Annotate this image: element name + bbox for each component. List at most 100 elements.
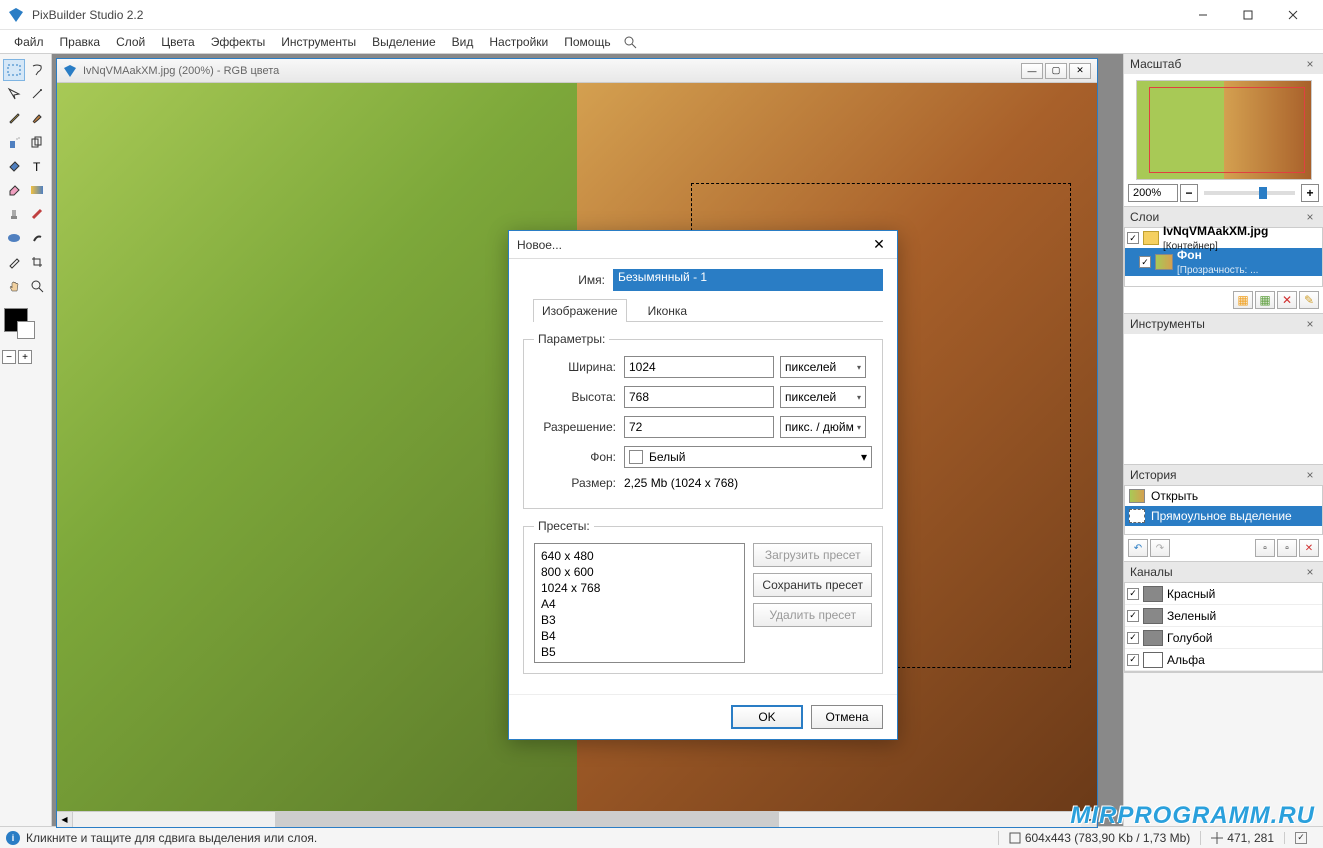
cancel-button[interactable]: Отмена [811,705,883,729]
scroll-left-button[interactable]: ◀ [57,812,73,827]
width-unit-select[interactable]: пикселей▾ [780,356,866,378]
tool-eraser[interactable] [3,179,25,201]
toolbox-zoom-in[interactable]: + [18,350,32,364]
channels-panel-close[interactable]: × [1303,565,1317,579]
color-swatches[interactable] [2,306,49,334]
load-preset-button[interactable]: Загрузить пресет [753,543,872,567]
name-input[interactable]: Безымянный - 1 [613,269,883,291]
channel-alpha[interactable]: ✓Альфа [1125,649,1322,671]
tab-icon[interactable]: Иконка [639,299,697,322]
history-delete-button[interactable]: ✕ [1299,539,1319,557]
height-unit-select[interactable]: пикселей▾ [780,386,866,408]
save-preset-button[interactable]: Сохранить пресет [753,573,872,597]
document-close-button[interactable]: ✕ [1069,63,1091,79]
zoom-out-button[interactable]: − [1180,184,1198,202]
background-color[interactable] [17,321,35,339]
preset-item[interactable]: 640 x 480 [539,548,740,564]
menu-layer[interactable]: Слой [108,32,153,52]
channel-visibility-checkbox[interactable]: ✓ [1127,654,1139,666]
channel-blue[interactable]: ✓Голубой [1125,627,1322,649]
search-icon[interactable] [623,35,637,49]
ok-button[interactable]: OK [731,705,803,729]
tool-stamp[interactable] [3,203,25,225]
menu-view[interactable]: Вид [444,32,482,52]
channel-green[interactable]: ✓Зеленый [1125,605,1322,627]
scroll-thumb[interactable] [275,812,779,827]
tool-text[interactable]: T [27,155,49,177]
tool-rect-select[interactable] [3,59,25,81]
zoom-panel-close[interactable]: × [1303,57,1317,71]
history-item-rect-select[interactable]: Прямоульное выделение [1125,506,1322,526]
preset-item[interactable]: B5 [539,644,740,660]
layer-visibility-checkbox[interactable]: ✓ [1127,232,1139,244]
layer-visibility-checkbox[interactable]: ✓ [1139,256,1151,268]
width-input[interactable] [624,356,774,378]
new-layer-button[interactable]: ▦ [1233,291,1253,309]
tool-crop[interactable] [27,251,49,273]
toolbox-zoom-out[interactable]: − [2,350,16,364]
layer-row-background[interactable]: ✓ Фон[Прозрачность: ... [1125,248,1322,276]
layer-container-row[interactable]: ✓ IvNqVMAakXM.jpg[Контейнер] [1125,228,1322,248]
tool-hand[interactable] [3,275,25,297]
resolution-unit-select[interactable]: пикс. / дюйм▾ [780,416,866,438]
delete-preset-button[interactable]: Удалить пресет [753,603,872,627]
menu-help[interactable]: Помощь [556,32,618,52]
window-minimize-button[interactable] [1180,0,1225,30]
menu-settings[interactable]: Настройки [481,32,556,52]
tool-smudge[interactable] [27,227,49,249]
presets-list[interactable]: 640 x 480 800 x 600 1024 x 768 A4 B3 B4 … [534,543,745,663]
tool-eyedropper[interactable] [3,251,25,273]
document-maximize-button[interactable]: ▢ [1045,63,1067,79]
tool-spray[interactable] [3,131,25,153]
window-close-button[interactable] [1270,0,1315,30]
menu-file[interactable]: Файл [6,32,52,52]
tool-heal[interactable] [27,203,49,225]
window-maximize-button[interactable] [1225,0,1270,30]
horizontal-scrollbar[interactable]: ◀ ▶ [57,811,1097,827]
preset-item[interactable]: 800 x 600 [539,564,740,580]
tool-zoom[interactable] [27,275,49,297]
zoom-value-input[interactable] [1128,184,1178,202]
preset-item[interactable]: 1024 x 768 [539,580,740,596]
history-item-open[interactable]: Открыть [1125,486,1322,506]
document-minimize-button[interactable]: — [1021,63,1043,79]
undo-button[interactable]: ↶ [1128,539,1148,557]
delete-layer-button[interactable]: ✕ [1277,291,1297,309]
resolution-input[interactable] [624,416,774,438]
preset-item[interactable]: B3 [539,612,740,628]
channel-visibility-checkbox[interactable]: ✓ [1127,610,1139,622]
preset-item[interactable]: B4 [539,628,740,644]
history-snapshot-button[interactable]: ▫ [1277,539,1297,557]
tool-fill[interactable] [3,155,25,177]
menu-colors[interactable]: Цвета [153,32,202,52]
preset-item[interactable]: A4 [539,596,740,612]
tool-gradient[interactable] [27,179,49,201]
tool-move[interactable] [3,83,25,105]
dialog-close-button[interactable]: ✕ [869,235,889,255]
tab-image[interactable]: Изображение [533,299,627,322]
foreground-color[interactable] [4,308,28,332]
navigator-viewport-rect[interactable] [1149,87,1305,173]
navigator-thumbnail[interactable] [1136,80,1312,180]
channel-red[interactable]: ✓Красный [1125,583,1322,605]
instruments-panel-close[interactable]: × [1303,317,1317,331]
background-select[interactable]: Белый ▾ [624,446,872,468]
status-toggle[interactable]: ✓ [1284,832,1317,844]
duplicate-layer-button[interactable]: ▦ [1255,291,1275,309]
tool-clone[interactable] [27,131,49,153]
history-new-button[interactable]: ▫ [1255,539,1275,557]
menu-edit[interactable]: Правка [52,32,109,52]
channel-visibility-checkbox[interactable]: ✓ [1127,632,1139,644]
menu-tools[interactable]: Инструменты [273,32,364,52]
tool-shape[interactable] [3,227,25,249]
scroll-right-button[interactable]: ▶ [1081,812,1097,827]
history-panel-close[interactable]: × [1303,468,1317,482]
dialog-titlebar[interactable]: Новое... ✕ [509,231,897,259]
channel-visibility-checkbox[interactable]: ✓ [1127,588,1139,600]
zoom-in-button[interactable]: + [1301,184,1319,202]
tool-brush[interactable] [27,107,49,129]
height-input[interactable] [624,386,774,408]
zoom-slider[interactable] [1204,191,1295,195]
menu-selection[interactable]: Выделение [364,32,444,52]
tool-magic-wand[interactable] [27,83,49,105]
